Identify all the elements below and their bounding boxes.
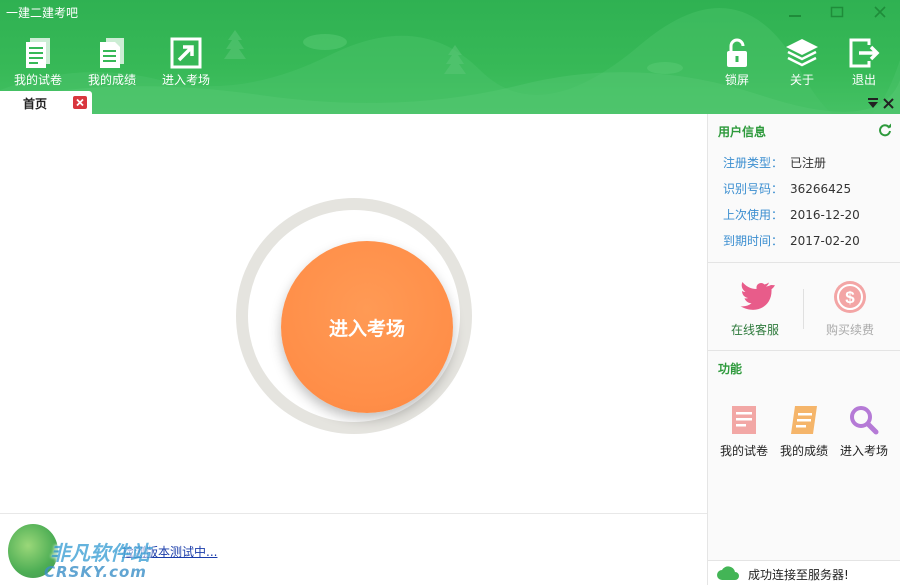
report-icon (791, 406, 817, 434)
bird-icon (740, 282, 775, 310)
action-label: 在线客服 (730, 323, 779, 337)
status-bar: 检测版本测试中... 非凡软件站 CRSKY.com (0, 513, 707, 585)
toolbar-label: 进入考场 (161, 73, 210, 87)
enter-button-ring-inner: 进入考场 (248, 210, 460, 422)
function-label: 我的试卷 (719, 444, 768, 458)
toolbar-label: 锁屏 (724, 73, 749, 87)
info-key: 识别号码： (723, 182, 784, 196)
layers-icon (786, 39, 818, 67)
toolbar-label: 我的试卷 (13, 73, 62, 87)
function-my-scores[interactable]: 我的成绩 (774, 403, 834, 459)
server-status-text: 成功连接至服务器! (748, 568, 849, 582)
info-key: 注册类型： (723, 156, 784, 170)
toolbar-label: 退出 (851, 73, 876, 87)
divider (708, 262, 900, 263)
divider (708, 350, 900, 351)
document-icon (26, 38, 50, 68)
title-bar: 一建二建考吧 我的试卷 我的成绩 进入考场 锁屏 关于 退出 首页 (0, 0, 900, 114)
toolbar-label: 关于 (789, 73, 814, 87)
cloud-icon (717, 566, 739, 580)
minimize-icon (789, 15, 801, 17)
tab-menu-controls (868, 98, 894, 109)
maximize-icon (830, 6, 844, 18)
toolbar-label: 我的成绩 (87, 73, 136, 87)
close-icon (76, 98, 84, 107)
app-title: 一建二建考吧 (6, 6, 79, 20)
enter-exam-button[interactable]: 进入考场 (281, 241, 453, 413)
user-info-title: 用户信息 (718, 125, 767, 139)
action-divider (803, 289, 804, 329)
info-key: 上次使用： (723, 208, 784, 222)
refresh-icon[interactable] (878, 123, 892, 137)
tab-close-button[interactable] (73, 96, 87, 109)
dollar-icon: $ (834, 281, 866, 313)
tab-label: 首页 (23, 97, 48, 111)
toolbar-my-scores-button[interactable]: 我的成绩 (82, 36, 142, 88)
info-row-registration: 注册类型： 已注册 (723, 154, 826, 171)
info-row-expiry: 到期时间： 2017-02-20 (723, 232, 860, 249)
info-row-last-used: 上次使用： 2016-12-20 (723, 206, 860, 223)
renew-purchase-button[interactable]: $ 购买续费 (820, 279, 880, 338)
close-window-button[interactable] (870, 4, 890, 20)
online-service-button[interactable]: 在线客服 (726, 279, 784, 338)
close-icon (874, 6, 886, 18)
functions-title: 功能 (718, 362, 743, 376)
maximize-button[interactable] (827, 4, 847, 20)
function-label: 进入考场 (839, 444, 888, 458)
lock-icon (727, 38, 747, 67)
tab-home[interactable]: 首页 (0, 91, 92, 114)
toolbar-my-papers-button[interactable]: 我的试卷 (8, 36, 68, 88)
action-label: 购买续费 (825, 323, 874, 337)
watermark-subtext: CRSKY.com (44, 563, 147, 581)
side-panel: 用户信息 注册类型： 已注册 识别号码： 36266425 上次使用： 2016-12… (707, 114, 900, 585)
exit-icon (849, 38, 880, 68)
function-label: 我的成绩 (779, 444, 828, 458)
info-key: 到期时间： (723, 234, 784, 248)
enter-arrow-icon (170, 37, 202, 69)
toolbar-about-button[interactable]: 关于 (772, 36, 832, 88)
dropdown-icon[interactable] (868, 98, 878, 108)
server-status-bar: 成功连接至服务器! (708, 560, 900, 585)
svg-text:$: $ (845, 288, 855, 307)
info-value: 已注册 (790, 156, 827, 170)
function-my-papers[interactable]: 我的试卷 (714, 403, 774, 459)
info-row-id: 识别号码： 36266425 (723, 180, 851, 197)
function-enter-exam[interactable]: 进入考场 (834, 403, 894, 459)
toolbar-enter-exam-button[interactable]: 进入考场 (156, 36, 216, 88)
watermark-text: 非凡软件站 (50, 541, 150, 565)
search-icon (850, 406, 879, 435)
minimize-button[interactable] (785, 4, 805, 20)
enter-button-ring: 进入考场 (236, 198, 472, 434)
info-value: 2017-02-20 (790, 234, 860, 248)
info-value: 36266425 (790, 182, 852, 196)
toolbar-exit-button[interactable]: 退出 (834, 36, 894, 88)
main-content: 进入考场 检测版本测试中... 非凡软件站 CRSKY.com (0, 114, 707, 585)
close-all-icon[interactable] (883, 98, 894, 109)
document-icon (732, 406, 756, 434)
info-value: 2016-12-20 (790, 208, 860, 222)
toolbar-lock-button[interactable]: 锁屏 (707, 36, 767, 88)
report-icon (100, 38, 124, 68)
